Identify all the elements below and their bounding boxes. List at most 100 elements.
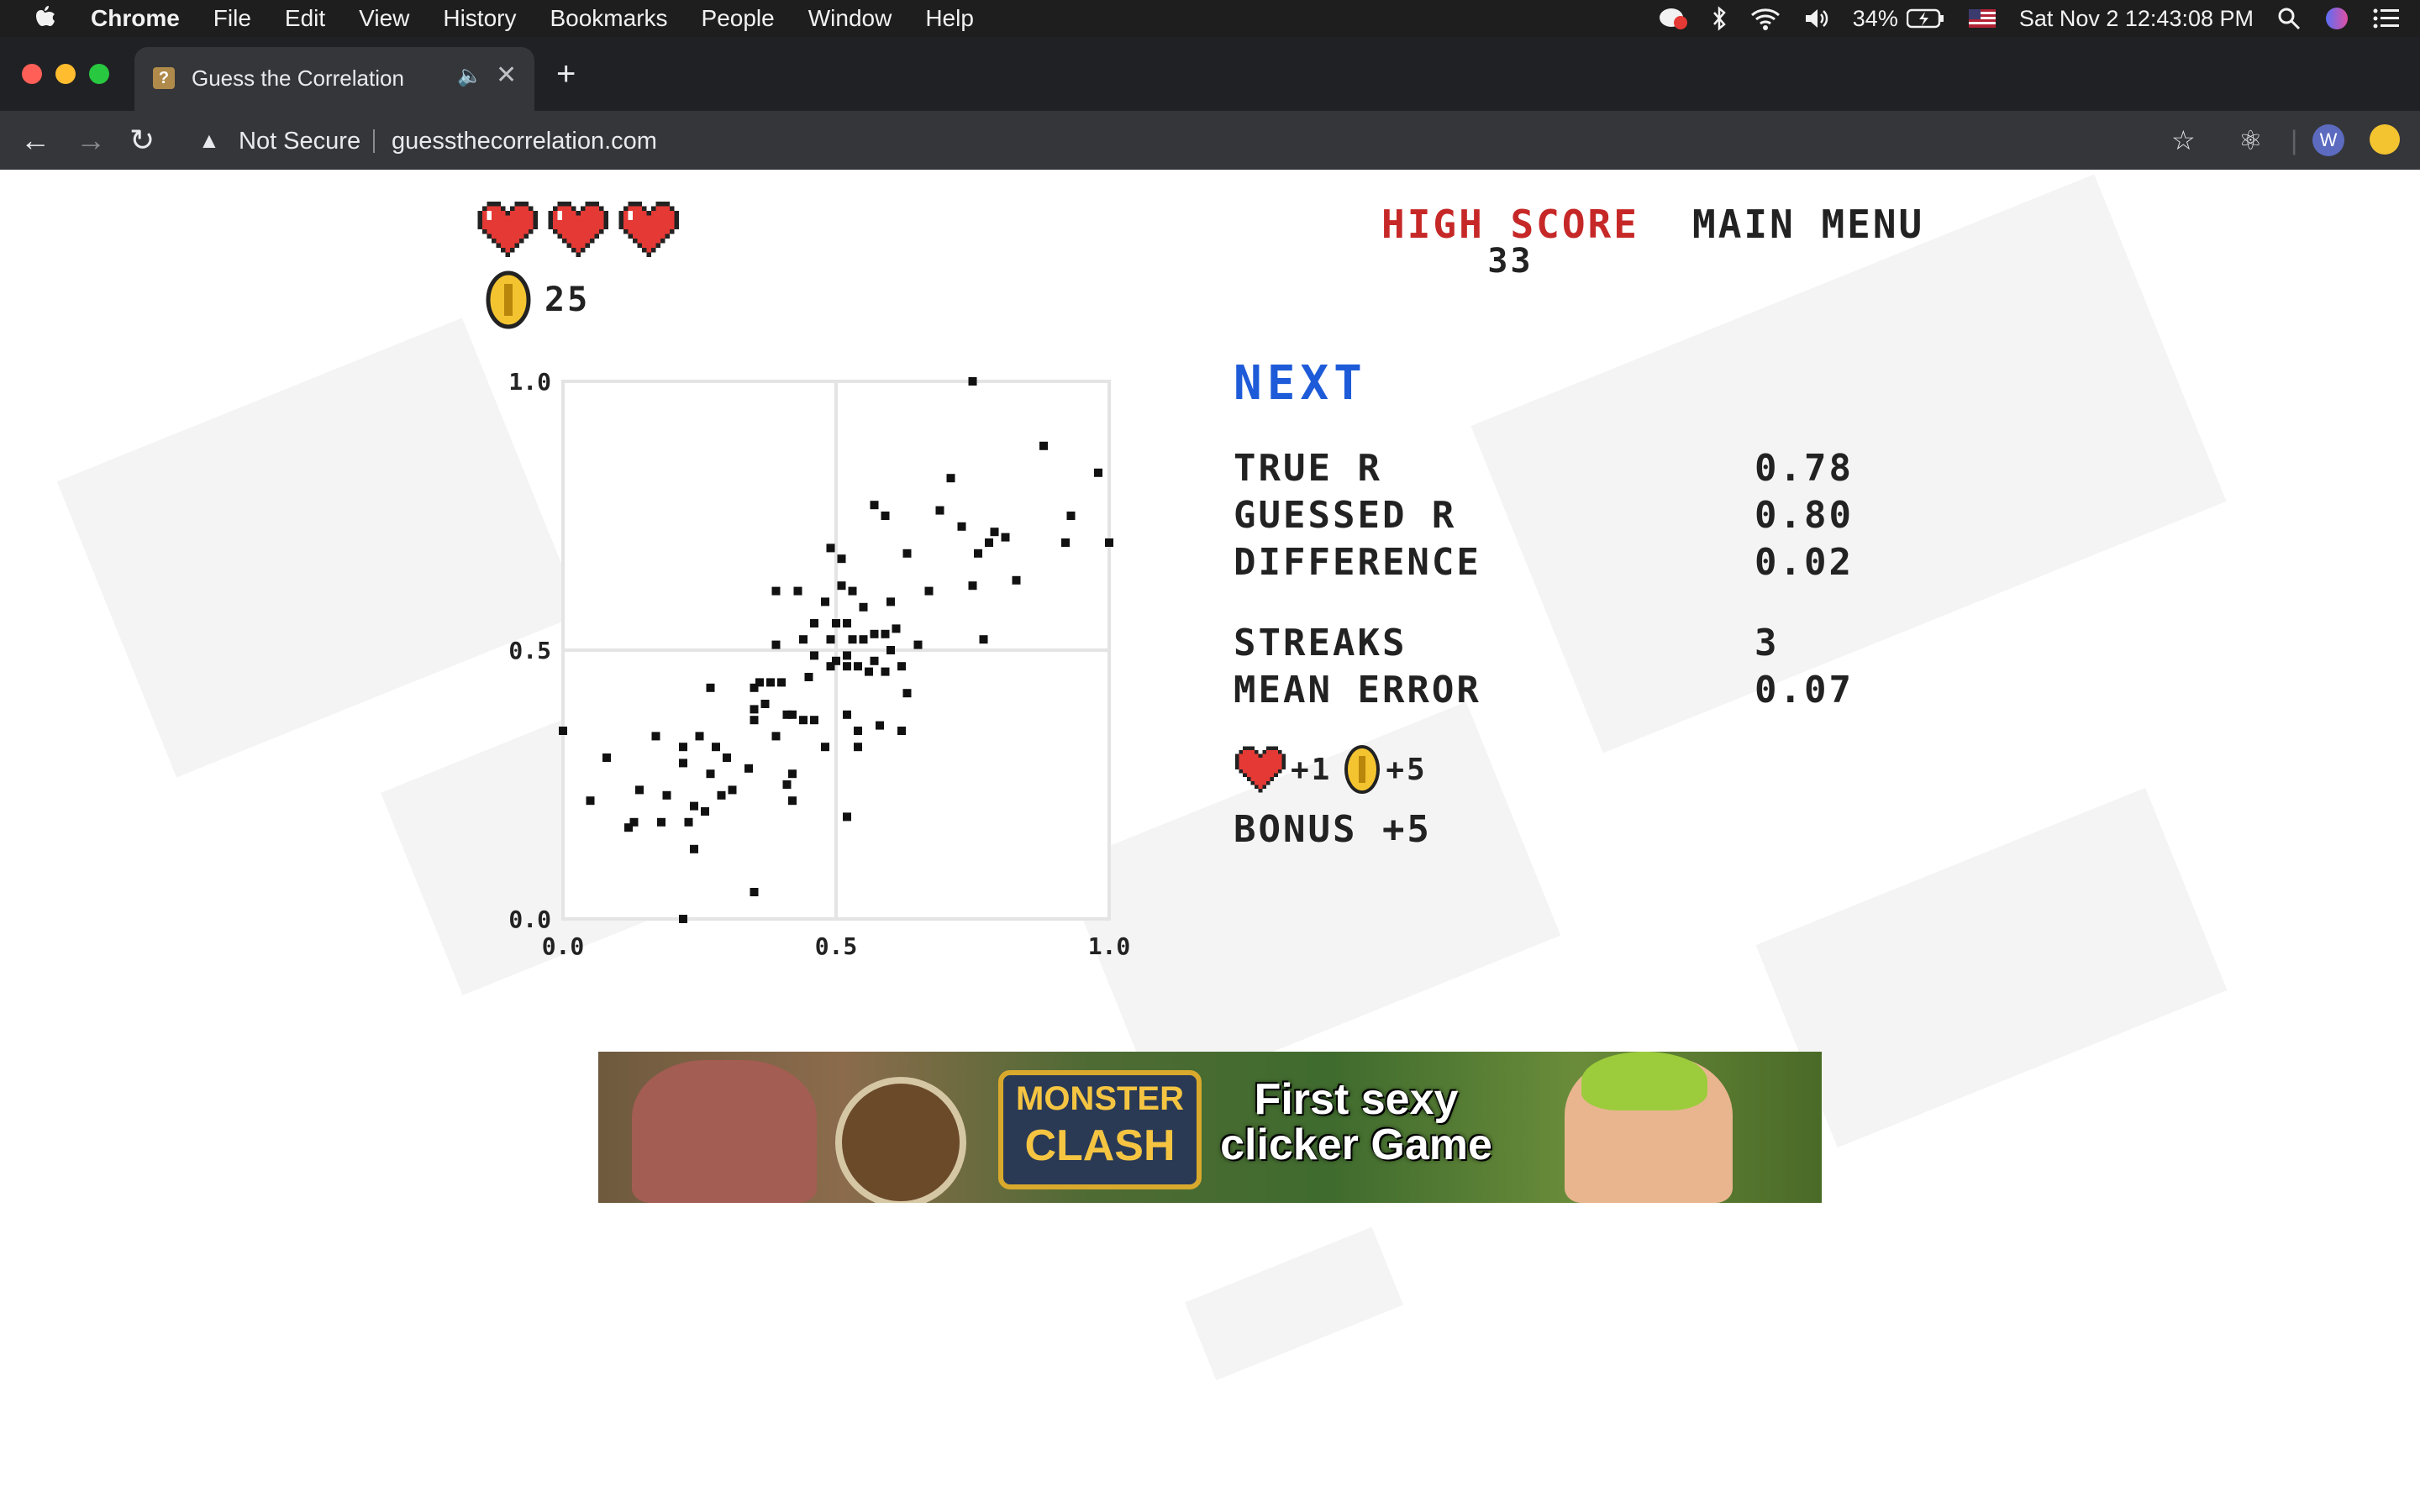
data-point xyxy=(810,651,818,660)
data-point xyxy=(837,554,846,564)
menu-bookmarks[interactable]: Bookmarks xyxy=(550,5,667,32)
react-devtools-icon[interactable]: ⚛ xyxy=(2238,123,2263,158)
coins-display: 25 xyxy=(486,270,590,329)
menu-people[interactable]: People xyxy=(702,5,775,32)
next-button[interactable]: NEXT xyxy=(1234,356,1367,411)
data-point xyxy=(799,716,808,725)
data-point xyxy=(766,678,775,687)
menu-window[interactable]: Window xyxy=(808,5,892,32)
battery-icon[interactable] xyxy=(1906,8,1945,29)
coin-count: 25 xyxy=(544,281,591,319)
profile-avatar[interactable]: W xyxy=(2312,124,2344,156)
data-point xyxy=(771,640,781,649)
warning-icon[interactable]: ▲ xyxy=(198,128,220,154)
siri-icon[interactable] xyxy=(2324,6,2349,31)
notification-icon[interactable] xyxy=(1658,6,1688,31)
data-point xyxy=(706,683,715,692)
heart-icon xyxy=(477,202,538,257)
apple-icon[interactable] xyxy=(32,0,57,37)
data-point xyxy=(750,716,759,725)
coin-icon xyxy=(1344,745,1381,794)
data-point xyxy=(974,549,982,558)
lives-display xyxy=(477,202,689,257)
data-point xyxy=(624,823,633,832)
data-point xyxy=(679,759,687,768)
data-point xyxy=(913,640,923,649)
reload-icon[interactable]: ↻ xyxy=(129,122,155,159)
zoom-window-icon[interactable] xyxy=(89,64,109,84)
bluetooth-icon[interactable] xyxy=(1712,6,1727,31)
high-score-value: 33 xyxy=(1487,242,1534,281)
wifi-icon[interactable] xyxy=(1750,7,1781,30)
data-point xyxy=(750,888,759,896)
ad-tagline: First sexy clicker Game xyxy=(1220,1075,1492,1169)
forward-arrow-icon[interactable]: → xyxy=(76,122,106,159)
clock[interactable]: Sat Nov 2 12:43:08 PM xyxy=(2019,6,2254,32)
true-r-label: TRUE R xyxy=(1234,447,1382,490)
address-bar[interactable]: ▲ Not Secure guessthecorrelation.com xyxy=(182,119,2212,163)
data-point xyxy=(886,646,895,654)
high-score-label: HIGH SCORE xyxy=(1381,202,1639,247)
data-point xyxy=(881,667,890,676)
data-point xyxy=(1105,538,1113,547)
data-point xyxy=(892,624,901,633)
menu-history[interactable]: History xyxy=(443,5,516,32)
data-point xyxy=(728,785,737,795)
guessed-r-label: GUESSED R xyxy=(1234,494,1457,537)
favicon-icon: ? xyxy=(153,67,175,89)
data-point xyxy=(586,796,595,806)
true-r-value: 0.78 xyxy=(1754,447,1854,490)
data-point xyxy=(826,662,835,671)
tab-audio-icon[interactable]: 🔈 xyxy=(457,64,482,88)
menu-view[interactable]: View xyxy=(359,5,409,32)
menu-edit[interactable]: Edit xyxy=(285,5,325,32)
data-point xyxy=(712,743,720,752)
heart-icon xyxy=(1235,746,1286,793)
data-point xyxy=(881,629,890,638)
ad-shield xyxy=(835,1077,966,1203)
ad-logo-line1: MONSTER xyxy=(1016,1080,1184,1117)
menu-file[interactable]: File xyxy=(213,5,251,32)
security-label[interactable]: Not Secure xyxy=(239,128,360,155)
data-point xyxy=(635,785,644,795)
browser-tab[interactable]: ? Guess the Correlation 🔈 ✕ xyxy=(134,47,534,111)
notification-center-icon[interactable] xyxy=(2373,8,2400,29)
data-point xyxy=(832,619,840,627)
data-point xyxy=(1039,441,1048,450)
menu-help[interactable]: Help xyxy=(925,5,974,32)
bookmark-star-icon[interactable]: ☆ xyxy=(2171,123,2196,158)
extension-icon[interactable] xyxy=(2370,124,2400,155)
main-menu-button[interactable]: MAIN MENU xyxy=(1692,202,1924,247)
data-point xyxy=(744,764,753,773)
data-point xyxy=(859,602,868,612)
url-text[interactable]: guessthecorrelation.com xyxy=(392,128,657,155)
bonus-text: BONUS +5 xyxy=(1234,808,1432,851)
round-reward: +1 +5 xyxy=(1235,744,1439,795)
data-point xyxy=(662,790,671,800)
close-window-icon[interactable] xyxy=(22,64,42,84)
new-tab-button[interactable]: + xyxy=(556,57,576,91)
data-point xyxy=(799,635,808,644)
background-shape xyxy=(1185,1226,1403,1381)
back-arrow-icon[interactable]: ← xyxy=(20,122,50,159)
data-point xyxy=(788,769,797,779)
minimize-window-icon[interactable] xyxy=(55,64,76,84)
tab-close-icon[interactable]: ✕ xyxy=(496,60,517,90)
data-point xyxy=(782,780,792,789)
data-point xyxy=(843,651,851,660)
spotlight-search-icon[interactable] xyxy=(2277,7,2301,30)
data-point xyxy=(810,619,818,627)
data-point xyxy=(848,586,857,596)
ad-banner[interactable]: MONSTER CLASH First sexy clicker Game xyxy=(598,1052,1822,1203)
macos-menu-bar: Chrome File Edit View History Bookmarks … xyxy=(0,0,2420,37)
data-point xyxy=(870,501,879,510)
input-source-flag-icon[interactable] xyxy=(1968,9,1996,28)
ad-logo: MONSTER CLASH xyxy=(998,1070,1202,1189)
data-point xyxy=(854,662,862,671)
data-point xyxy=(946,474,955,483)
guessed-r-value: 0.80 xyxy=(1754,494,1854,537)
data-point xyxy=(690,801,698,811)
volume-icon[interactable] xyxy=(1804,7,1829,30)
menu-app-name[interactable]: Chrome xyxy=(91,5,180,32)
mean-error-label: MEAN ERROR xyxy=(1234,669,1481,711)
